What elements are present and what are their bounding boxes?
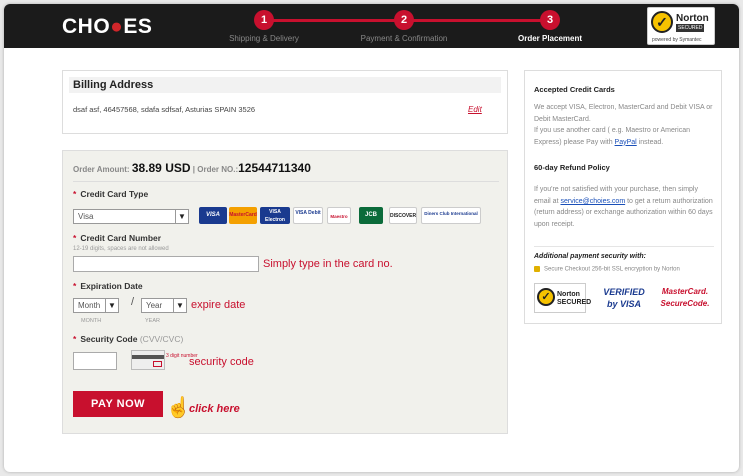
- chevron-down-icon: ▼: [173, 299, 186, 312]
- card-number-hint: 12-19 digits, spaces are not allowed: [73, 246, 169, 252]
- month-value: Month: [78, 301, 101, 310]
- lock-icon: [534, 266, 540, 272]
- payment-form: Order Amount: 38.89 USD | Order NO.:1254…: [62, 150, 508, 434]
- mastercard-securecode-seal[interactable]: MasterCard. SecureCode.: [657, 283, 713, 313]
- step-1-badge: 1: [254, 10, 274, 30]
- checkout-window: CHO●ES 1 Shipping & Delivery 2 Payment &…: [4, 4, 739, 472]
- accepted-cards-title: Accepted Credit Cards: [534, 85, 615, 94]
- card-number-label: * Credit Card Number: [73, 233, 162, 243]
- security-code-input[interactable]: [73, 352, 117, 370]
- billing-address-text: dsaf asf, 46457568, sdafa sdfsaf, Asturi…: [73, 105, 256, 114]
- discover-logo: DISCOVER: [389, 207, 417, 224]
- paypal-link[interactable]: PayPal: [615, 139, 637, 146]
- year-caption: YEAR: [145, 318, 160, 324]
- order-number-label: | Order NO.:: [192, 165, 239, 174]
- card-type-select[interactable]: Visa ▼: [73, 209, 189, 224]
- service-email-link[interactable]: service@choies.com: [560, 198, 625, 205]
- mastercard-logo: MasterCard: [229, 207, 257, 224]
- refund-policy-title: 60-day Refund Policy: [534, 163, 610, 172]
- jcb-logo: JCB: [359, 207, 383, 224]
- info-sidebar: Accepted Credit Cards We accept VISA, El…: [524, 70, 722, 324]
- card-number-input[interactable]: [73, 256, 259, 272]
- checkmark-icon: ✓: [651, 11, 673, 33]
- chevron-down-icon: ▼: [105, 299, 118, 312]
- visa-logo: VISA: [199, 207, 227, 224]
- norton-name: Norton: [676, 13, 709, 24]
- diners-club-logo: Diners Club International: [421, 207, 481, 224]
- verified-by-visa-seal[interactable]: VERIFIED by VISA: [597, 283, 651, 313]
- norton-seal-text: Norton SECURED: [557, 291, 592, 306]
- divider: [73, 181, 499, 182]
- norton-secured-text: SECURED: [676, 24, 705, 32]
- step-3-label: Order Placement: [517, 34, 583, 43]
- checkmark-icon: ✓: [537, 288, 555, 306]
- billing-header: Billing Address: [69, 77, 501, 93]
- security-title: Additional payment security with:: [534, 253, 647, 260]
- visa-electron-logo: VISA Electron: [260, 207, 290, 224]
- edit-billing-link[interactable]: Edit: [468, 105, 482, 114]
- year-value: Year: [146, 301, 163, 310]
- santa-hat-icon: ●: [110, 15, 124, 38]
- expiration-note: expire date: [191, 299, 246, 311]
- logo-text-b: ES: [123, 15, 153, 38]
- ssl-note: Secure Checkout 256-bit SSL encryption b…: [534, 266, 680, 273]
- card-type-label: * Credit Card Type: [73, 189, 149, 199]
- card-type-value: Visa: [78, 212, 94, 221]
- pay-now-button[interactable]: PAY NOW: [73, 391, 163, 417]
- step-2-badge: 2: [394, 10, 414, 30]
- card-number-note: Simply type in the card no.: [263, 258, 393, 270]
- pointing-hand-icon: ☝: [166, 397, 191, 419]
- month-caption: MONTH: [81, 318, 102, 324]
- date-separator: /: [131, 296, 135, 308]
- choies-logo[interactable]: CHO●ES: [62, 15, 152, 39]
- expiry-year-select[interactable]: Year ▼: [141, 298, 187, 313]
- refund-policy-text: If you're not satisfied with your purcha…: [534, 186, 713, 228]
- order-number-value: 12544711340: [238, 161, 311, 175]
- accepted-cards-text: We accept VISA, Electron, MasterCard and…: [534, 104, 713, 146]
- header-bar: CHO●ES 1 Shipping & Delivery 2 Payment &…: [4, 4, 739, 48]
- norton-seal[interactable]: ✓ Norton SECURED: [534, 283, 592, 313]
- click-here-note: click here: [189, 403, 240, 415]
- billing-title: Billing Address: [73, 79, 154, 91]
- norton-powered-text: powered by Symantec: [652, 37, 702, 43]
- order-amount-label: Order Amount:: [73, 165, 130, 174]
- visa-debit-logo: VISA Debit: [293, 207, 323, 224]
- divider: [534, 246, 714, 247]
- chevron-down-icon: ▼: [175, 210, 188, 223]
- security-code-label: * Security Code (CVV/CVC): [73, 334, 184, 344]
- step-1-label: Shipping & Delivery: [229, 34, 299, 43]
- norton-secured-badge[interactable]: ✓ Norton SECURED powered by Symantec: [647, 7, 715, 45]
- order-amount-value: 38.89 USD: [131, 161, 191, 175]
- billing-address-panel: Billing Address dsaf asf, 46457568, sdaf…: [62, 70, 508, 134]
- security-code-note: security code: [189, 356, 254, 368]
- logo-text-a: CHO: [62, 15, 111, 38]
- expiry-month-select[interactable]: Month ▼: [73, 298, 119, 313]
- step-3-badge: 3: [540, 10, 560, 30]
- order-summary: Order Amount: 38.89 USD | Order NO.:1254…: [73, 161, 311, 175]
- expiration-label: * Expiration Date: [73, 281, 143, 291]
- step-2-label: Payment & Confirmation: [360, 34, 448, 43]
- card-back-icon: [131, 350, 165, 370]
- maestro-logo: Maestro: [327, 207, 351, 224]
